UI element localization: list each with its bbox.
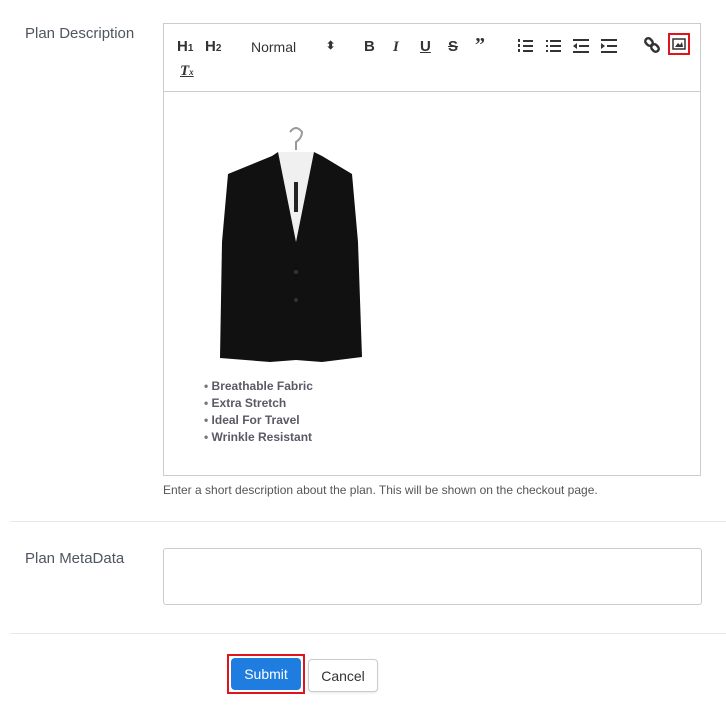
- jacket-image: [220, 127, 362, 362]
- bold-icon[interactable]: B: [364, 38, 375, 56]
- italic-icon[interactable]: I: [393, 38, 399, 56]
- submit-button[interactable]: Submit: [231, 658, 301, 690]
- outdent-icon[interactable]: [573, 38, 589, 54]
- format-select[interactable]: Normal: [251, 38, 296, 56]
- list-item: Ideal For Travel: [204, 412, 313, 429]
- image-icon[interactable]: [668, 33, 690, 55]
- h1-button[interactable]: H1: [177, 38, 193, 58]
- ordered-list-icon[interactable]: [517, 38, 533, 54]
- list-item: Extra Stretch: [204, 395, 313, 412]
- plan-metadata-label: Plan MetaData: [25, 550, 125, 567]
- help-text: Enter a short description about the plan…: [163, 483, 598, 497]
- plan-description-label: Plan Description: [25, 25, 135, 42]
- feature-list: Breathable Fabric Extra Stretch Ideal Fo…: [204, 378, 313, 446]
- editor-toolbar: H1 H2 Normal ⬍ B I U S ” Tx: [164, 24, 700, 92]
- plan-metadata-input[interactable]: [163, 548, 702, 605]
- indent-icon[interactable]: [601, 38, 617, 54]
- list-item: Wrinkle Resistant: [204, 429, 313, 446]
- blockquote-icon[interactable]: ”: [475, 35, 485, 55]
- cancel-button[interactable]: Cancel: [308, 659, 378, 692]
- h2-button[interactable]: H2: [205, 38, 221, 58]
- select-arrows-icon[interactable]: ⬍: [326, 37, 335, 55]
- divider: [10, 521, 726, 522]
- strikethrough-icon[interactable]: S: [448, 38, 458, 56]
- editor-content[interactable]: Breathable Fabric Extra Stretch Ideal Fo…: [164, 92, 700, 475]
- clear-format-icon[interactable]: Tx: [180, 62, 194, 81]
- bullet-list-icon[interactable]: [545, 38, 561, 54]
- list-item: Breathable Fabric: [204, 378, 313, 395]
- divider: [10, 633, 726, 634]
- rich-text-editor[interactable]: H1 H2 Normal ⬍ B I U S ” Tx • Breathable…: [163, 23, 701, 476]
- link-icon[interactable]: [644, 37, 660, 53]
- underline-icon[interactable]: U: [420, 38, 431, 56]
- submit-highlight: Submit: [227, 654, 305, 694]
